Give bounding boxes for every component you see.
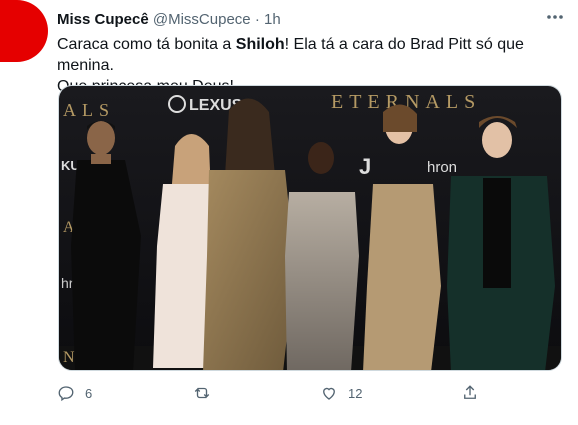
tweet-time[interactable]: 1h (264, 11, 281, 28)
share-button[interactable] (461, 380, 479, 406)
heart-icon (323, 387, 335, 400)
backdrop-text-hron: hron (427, 159, 457, 176)
tweet-actions: 6 12 (57, 380, 562, 406)
more-horizontal-icon[interactable] (546, 14, 564, 20)
reply-count: 6 (85, 385, 93, 401)
red-carpet-photo: ALS LEXUS ETERNALS KUS A hro NAL J hron (59, 86, 561, 370)
reply-icon (58, 386, 74, 402)
like-count: 12 (348, 385, 363, 401)
author-name[interactable]: Miss Cupecê (57, 11, 149, 28)
like-button[interactable]: 12 (320, 380, 362, 406)
text-bold-name: Shiloh (235, 36, 285, 53)
retweet-icon (194, 387, 210, 399)
backdrop-logo-j: J (359, 154, 371, 179)
separator-dot: · (254, 11, 260, 28)
text-prefix: Caraca como tá bonita a (57, 36, 236, 53)
tweet-card[interactable]: Miss Cupecê @MissCupece · 1h Caraca como… (0, 0, 578, 425)
tweet-header: Miss Cupecê @MissCupece · 1h (57, 10, 566, 32)
tweet-text-line1: Caraca como tá bonita a Shiloh! Ela tá a… (57, 34, 562, 76)
reply-button[interactable]: 6 (57, 380, 92, 406)
author-handle[interactable]: @MissCupece (153, 11, 251, 28)
tweet-photo[interactable]: ALS LEXUS ETERNALS KUS A hro NAL J hron (58, 85, 562, 371)
retweet-button[interactable] (193, 380, 211, 406)
share-icon (464, 385, 476, 399)
avatar[interactable] (0, 0, 48, 62)
backdrop-text-als: ALS (63, 100, 115, 120)
